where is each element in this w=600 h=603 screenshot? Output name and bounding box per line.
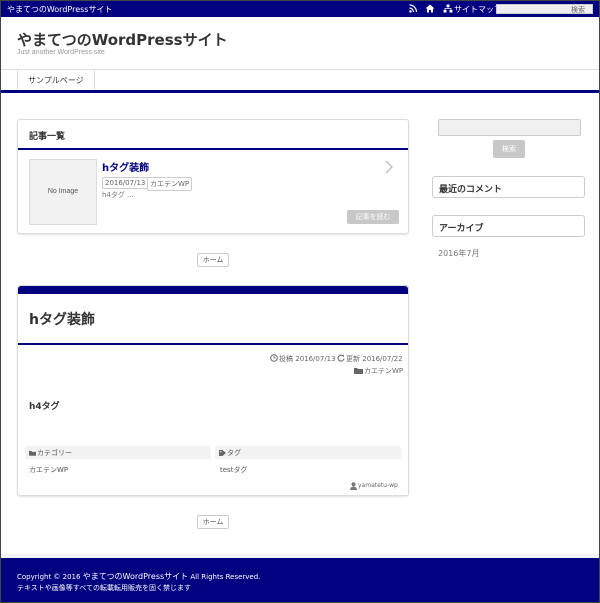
archive-link[interactable]: 2016年7月 — [438, 248, 479, 259]
post-date-badge: 2016/07/13 — [102, 177, 149, 189]
site-tagline: Just another WordPress site — [17, 49, 105, 56]
site-footer: Copyright © 2016 やまてつのWordPressサイト All R… — [1, 558, 599, 602]
tag-value-link[interactable]: testタグ — [220, 465, 247, 475]
post-category-badge[interactable]: カエテンWP — [147, 177, 193, 191]
post-list-card: 記事一覧 No Image hタグ装飾 2016/07/13 カエテンWP h4… — [17, 119, 409, 234]
category-box-label: カテゴリー — [37, 449, 72, 457]
post-excerpt: h4タグ ... — [102, 191, 134, 199]
folder-icon — [29, 451, 36, 456]
home-button[interactable]: ホーム — [197, 253, 229, 267]
posted-date: 投稿 2016/07/13 — [279, 355, 336, 363]
post-list-heading: 記事一覧 — [18, 120, 408, 150]
article-title-divider — [18, 343, 408, 345]
tag-icon — [219, 450, 226, 456]
category-box: カテゴリー — [25, 446, 211, 459]
recent-comments-widget-title: 最近のコメント — [432, 176, 585, 198]
category-value-link[interactable]: カエテンWP — [29, 465, 68, 475]
copyright-text: Copyright © 2016 やまてつのWordPressサイト All R… — [17, 572, 261, 581]
article-card: hタグ装飾 投稿 2016/07/13 更新 2016/07/22 カエテンWP… — [17, 285, 409, 496]
chevron-right-icon[interactable] — [384, 160, 394, 174]
read-more-button[interactable]: 記事を読む — [347, 210, 399, 224]
sidebar-search-input[interactable] — [438, 119, 581, 136]
site-title[interactable]: やまてつのWordPressサイト — [17, 29, 228, 50]
post-title-link[interactable]: hタグ装飾 — [102, 159, 149, 174]
home-button[interactable]: ホーム — [197, 515, 229, 529]
site-header: やまてつのWordPressサイト Just another WordPress… — [1, 17, 599, 69]
sitemap-icon[interactable] — [443, 4, 453, 13]
clock-icon — [270, 354, 278, 362]
post-thumbnail[interactable]: No Image — [29, 159, 97, 225]
topbar-search-button[interactable]: 検索 — [571, 5, 585, 15]
updated-date: 更新 2016/07/22 — [346, 355, 403, 363]
copyright-notice: テキストや画像等すべての転載転用販売を固く禁じます — [17, 584, 192, 592]
home-icon[interactable] — [425, 4, 435, 13]
top-bar: やまてつのWordPressサイト サイトマップ 検索 — [1, 1, 599, 17]
user-icon — [350, 482, 357, 490]
tag-box: タグ — [215, 446, 401, 459]
nav-item-sample-page[interactable]: サンプルページ — [17, 70, 95, 91]
author-name[interactable]: yamatetu-wp — [358, 482, 398, 489]
topbar-site-name[interactable]: やまてつのWordPressサイト — [7, 4, 112, 15]
rss-icon[interactable] — [409, 4, 417, 13]
folder-icon — [354, 368, 363, 374]
sitemap-link[interactable]: サイトマップ — [454, 4, 502, 15]
archive-widget-title: アーカイブ — [432, 215, 585, 237]
global-nav: サンプルページ — [1, 69, 599, 91]
sidebar-search-button[interactable]: 検索 — [493, 140, 525, 158]
tag-box-label: タグ — [227, 449, 241, 457]
refresh-icon — [337, 354, 345, 362]
article-category-link[interactable]: カエテンWP — [364, 366, 403, 376]
article-top-bar — [18, 286, 408, 294]
article-title: hタグ装飾 — [29, 312, 95, 328]
article-h4-heading: h4タグ — [29, 402, 60, 412]
